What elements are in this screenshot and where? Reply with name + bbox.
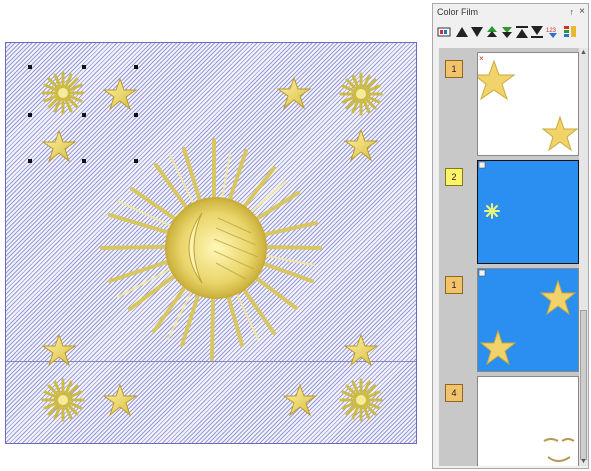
frame-sequence-badge[interactable]: 2 [445,168,463,186]
design-canvas[interactable] [5,42,417,444]
color-blocks-icon[interactable] [563,25,577,39]
panel-title: Color Film [437,7,479,17]
scroll-up-icon[interactable]: ▲ [579,48,588,57]
film-scrollbar[interactable]: ▲ ▼ [579,48,588,466]
film-view-icon[interactable] [437,25,451,39]
move-up-icon[interactable] [455,25,469,39]
thumbnail-preview [478,161,500,219]
color-film-strip[interactable]: 1 × 2 1 4 [439,48,579,466]
film-frame[interactable]: 1 [439,268,579,372]
move-to-bottom-icon[interactable] [530,25,544,39]
frame-sequence-badge[interactable]: 1 [445,276,463,294]
sun-disc [165,197,267,299]
frame-status-mark: × [479,54,484,63]
selection-handle[interactable] [82,113,86,117]
film-frame[interactable]: 2 [439,160,579,264]
move-down-icon[interactable] [470,25,484,39]
panel-title-bar: Color Film ↑ × [433,4,588,20]
thumbnail-preview: × [472,54,579,152]
scroll-down-icon[interactable]: ▼ [579,457,588,466]
color-film-panel: Color Film ↑ × 123 1 × 2 1 4 ▲ ▼ [432,3,589,469]
frame-sequence-badge[interactable]: 4 [445,384,463,402]
film-frame[interactable]: 4 [439,376,579,466]
selection-handle[interactable] [134,113,138,117]
embroidery-artwork [41,71,383,422]
selection-handle[interactable] [82,65,86,69]
move-down-one-icon[interactable] [500,25,514,39]
sequence-numbers-icon[interactable]: 123 [546,25,560,39]
frame-thumbnail[interactable] [477,268,579,372]
frame-sequence-badge[interactable]: 1 [445,60,463,78]
frame-thumbnail[interactable]: × [472,52,579,156]
thumbnail-preview [478,269,577,366]
selection-handle[interactable] [82,159,86,163]
selection-handle[interactable] [28,113,32,117]
move-up-one-icon[interactable] [485,25,499,39]
film-frame[interactable]: 1 × [439,52,579,156]
pin-icon[interactable]: ↑ [570,4,575,20]
selection-handle[interactable] [134,65,138,69]
frame-thumbnail[interactable] [477,376,579,466]
move-to-top-icon[interactable] [515,25,529,39]
close-icon[interactable]: × [579,4,585,20]
selection-handle[interactable] [28,159,32,163]
frame-thumbnail-selected[interactable] [477,160,579,264]
selection-handle[interactable] [134,159,138,163]
selection-handle[interactable] [28,65,32,69]
color-film-toolbar: 123 [433,22,588,44]
scrollbar-thumb[interactable] [580,310,587,460]
thumbnail-preview [543,438,575,462]
